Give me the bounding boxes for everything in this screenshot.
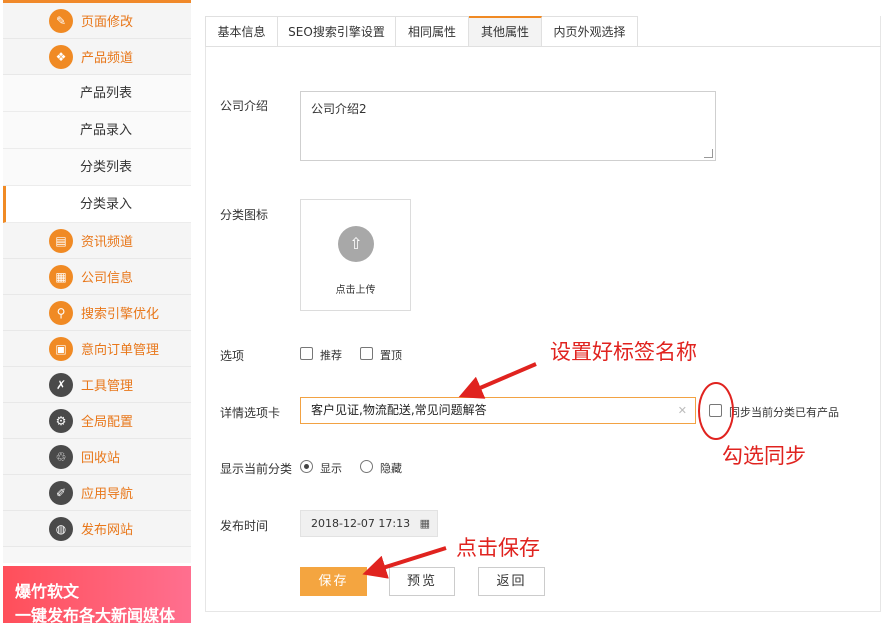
- tab-basic-info[interactable]: 基本信息: [205, 16, 278, 47]
- sidebar-item-global-config[interactable]: ⚙ 全局配置: [3, 403, 191, 439]
- sidebar-subitem-product-add[interactable]: 产品录入: [3, 112, 191, 149]
- icon-label: 分类图标: [220, 208, 269, 222]
- sidebar-item-label: 全局配置: [81, 415, 134, 430]
- cloud-upload-icon: ⇧: [338, 226, 374, 262]
- date-value: 2018-12-07 17:13: [311, 517, 411, 530]
- annotation-check-sync: 勾选同步: [722, 444, 806, 468]
- options-label: 选项: [220, 349, 245, 363]
- sidebar-item-news-channel[interactable]: ▤ 资讯频道: [3, 223, 191, 259]
- newspaper-icon: ▤: [49, 229, 73, 253]
- recommend-label: 推荐: [320, 349, 342, 362]
- sidebar-subitem-category-add[interactable]: 分类录入: [3, 186, 191, 223]
- tab-same-attrs[interactable]: 相同属性: [396, 16, 469, 47]
- cube-icon: ❖: [49, 45, 73, 69]
- detail-tabs-value: 客户见证,物流配送,常见问题解答: [311, 403, 487, 417]
- sidebar: ✎ 页面修改 ❖ 产品频道 产品列表 产品录入 分类列表 分类录入 ▤ 资讯频道…: [3, 0, 191, 563]
- document-icon: ▦: [49, 265, 73, 289]
- tab-page-appearance[interactable]: 内页外观选择: [542, 16, 638, 47]
- sidebar-item-label: 工具管理: [81, 379, 134, 394]
- banner-line-1: 爆竹软文: [15, 582, 80, 601]
- pencil-icon: ✎: [49, 9, 73, 33]
- sidebar-item-label: 产品频道: [81, 51, 134, 66]
- annotation-set-tab-name: 设置好标签名称: [550, 340, 697, 364]
- tab-bar: 基本信息 SEO搜索引擎设置 相同属性 其他属性 内页外观选择: [205, 16, 881, 47]
- upload-box[interactable]: ⇧ 点击上传: [300, 199, 411, 311]
- upload-text: 点击上传: [335, 285, 376, 296]
- hide-radio[interactable]: [360, 460, 373, 473]
- show-label: 显示当前分类: [220, 462, 293, 476]
- sidebar-item-publish-site[interactable]: ◍ 发布网站: [3, 511, 191, 547]
- intro-textarea[interactable]: 公司介绍2: [300, 91, 716, 161]
- hide-radio-label: 隐藏: [380, 462, 402, 475]
- promo-banner[interactable]: 爆竹软文 一键发布各大新闻媒体: [3, 566, 191, 623]
- sync-checkbox[interactable]: [709, 404, 722, 417]
- sidebar-item-label: 页面修改: [81, 15, 134, 30]
- show-radio-label: 显示: [320, 462, 342, 475]
- intro-value: 公司介绍2: [311, 102, 367, 116]
- sidebar-item-label: 公司信息: [81, 271, 134, 286]
- sidebar-item-app-nav[interactable]: ✐ 应用导航: [3, 475, 191, 511]
- sidebar-item-tools[interactable]: ✗ 工具管理: [3, 367, 191, 403]
- gear-icon: ⚙: [49, 409, 73, 433]
- clear-icon[interactable]: ✕: [678, 398, 687, 423]
- sidebar-item-label: 回收站: [81, 451, 121, 466]
- annotation-click-save: 点击保存: [456, 536, 540, 560]
- show-radio[interactable]: [300, 460, 313, 473]
- brush-icon: ✐: [49, 481, 73, 505]
- top-label: 置顶: [380, 349, 402, 362]
- globe-icon: ◍: [49, 517, 73, 541]
- sidebar-subitem-product-list[interactable]: 产品列表: [3, 75, 191, 112]
- save-button[interactable]: 保存: [300, 567, 367, 596]
- trash-icon: ♲: [49, 445, 73, 469]
- calendar-icon[interactable]: ▦: [420, 511, 430, 536]
- search-icon: ⚲: [49, 301, 73, 325]
- sidebar-item-recycle-bin[interactable]: ♲ 回收站: [3, 439, 191, 475]
- sidebar-item-company-info[interactable]: ▦ 公司信息: [3, 259, 191, 295]
- sidebar-item-label: 应用导航: [81, 487, 134, 502]
- order-icon: ▣: [49, 337, 73, 361]
- resize-handle-icon[interactable]: [704, 149, 713, 158]
- sidebar-subitem-category-list[interactable]: 分类列表: [3, 149, 191, 186]
- top-checkbox[interactable]: [360, 347, 373, 360]
- sidebar-item-label: 发布网站: [81, 523, 134, 538]
- sidebar-item-seo[interactable]: ⚲ 搜索引擎优化: [3, 295, 191, 331]
- recommend-checkbox[interactable]: [300, 347, 313, 360]
- sidebar-item-orders[interactable]: ▣ 意向订单管理: [3, 331, 191, 367]
- intro-label: 公司介绍: [220, 99, 269, 113]
- preview-button[interactable]: 预览: [389, 567, 455, 596]
- sidebar-item-label: 资讯频道: [81, 235, 134, 250]
- date-label: 发布时间: [220, 519, 269, 533]
- back-button[interactable]: 返回: [478, 567, 545, 596]
- sidebar-item-product-channel[interactable]: ❖ 产品频道: [3, 39, 191, 75]
- tab-other-attrs[interactable]: 其他属性: [469, 16, 542, 47]
- wrench-icon: ✗: [49, 373, 73, 397]
- date-input[interactable]: 2018-12-07 17:13 ▦: [300, 510, 438, 537]
- tab-seo[interactable]: SEO搜索引擎设置: [278, 16, 396, 47]
- banner-line-2: 一键发布各大新闻媒体: [15, 606, 176, 623]
- detail-tabs-input[interactable]: 客户见证,物流配送,常见问题解答 ✕: [300, 397, 696, 424]
- sidebar-item-page-edit[interactable]: ✎ 页面修改: [3, 3, 191, 39]
- detail-tabs-label: 详情选项卡: [220, 406, 281, 420]
- sync-label: 同步当前分类已有产品: [729, 406, 839, 419]
- sidebar-item-label: 意向订单管理: [81, 343, 160, 358]
- sidebar-item-label: 搜索引擎优化: [81, 307, 160, 322]
